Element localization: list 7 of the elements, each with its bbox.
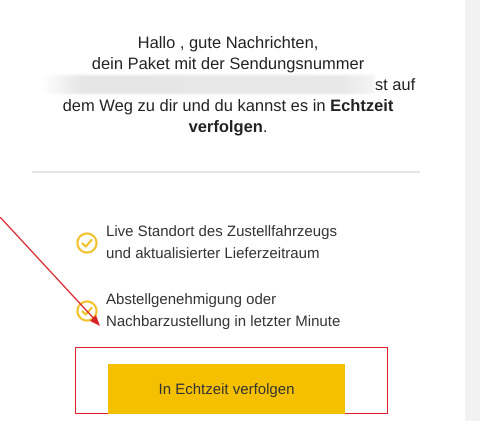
message-text: st auf dem Weg zu dir und du kannst es in Echtzeit verfolgen. bbox=[62, 76, 416, 136]
check-circle-icon bbox=[76, 232, 98, 254]
track-button[interactable]: In Echtzeit verfolgen bbox=[108, 364, 345, 414]
feature-text: Abstellgenehmigung oder Nachbarzustellung in letzter Minute bbox=[106, 290, 342, 332]
check-circle-icon bbox=[76, 300, 98, 322]
feature-text: Live Standort des Zustellfahrzeugs und aktualisierter Lieferzeitraum bbox=[106, 222, 338, 264]
message-text: Hallo , gute Nachrichten, dein Paket mit der Sendungsnummer bbox=[92, 34, 364, 73]
